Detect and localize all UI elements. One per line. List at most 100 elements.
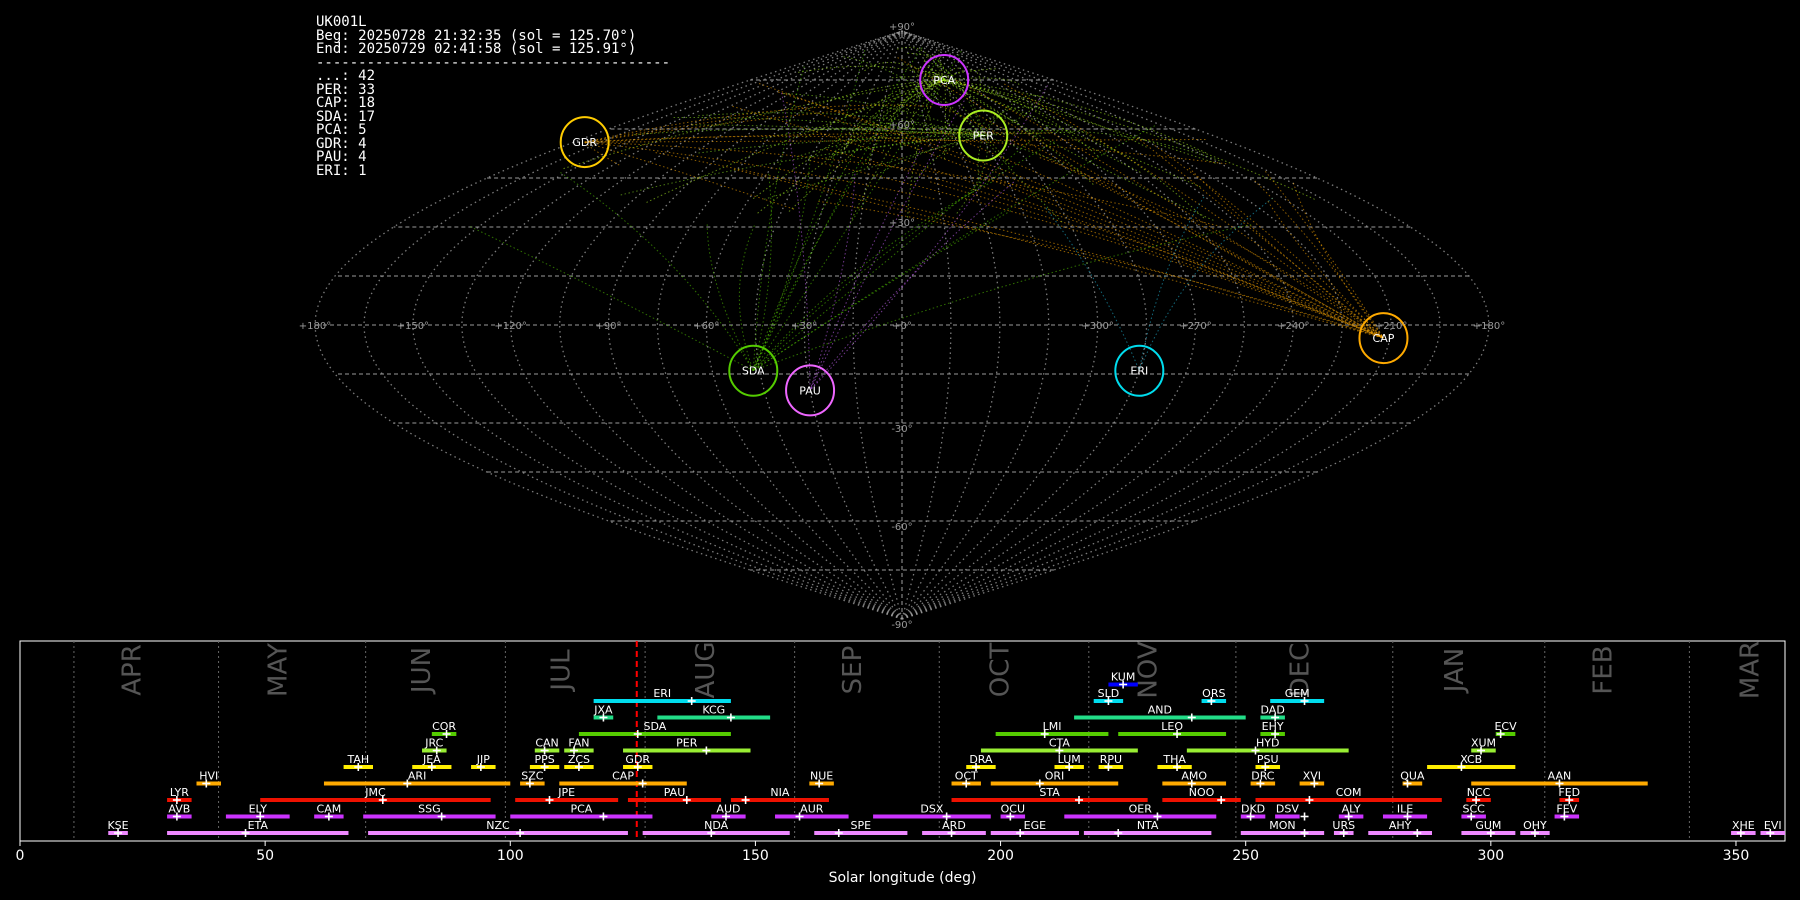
shower-code-label: DRC xyxy=(1251,770,1275,783)
shower-code-label: AUR xyxy=(800,803,824,816)
shower-code-label: HVI xyxy=(199,770,218,783)
shower-code-label: ORS xyxy=(1202,687,1225,700)
shower-code-label: JRC xyxy=(424,737,443,750)
lat-tick-label: -90° xyxy=(891,620,912,631)
shower-code-label: SCC xyxy=(1463,803,1486,816)
meteor-trail xyxy=(470,226,754,372)
month-label: JUL xyxy=(547,649,577,693)
shower-code-label: LMI xyxy=(1043,720,1062,733)
shower-code-label: AAN xyxy=(1548,770,1572,783)
lat-tick-label: +30° xyxy=(889,218,915,229)
x-tick-label: 200 xyxy=(987,848,1014,864)
lat-tick-label: +90° xyxy=(889,22,915,33)
month-label: JAN xyxy=(1440,648,1470,694)
lat-tick-label: -60° xyxy=(891,522,912,533)
shower-code-label: OHY xyxy=(1523,819,1547,832)
meteor-trail xyxy=(796,131,984,158)
shower-code-label: THA xyxy=(1162,753,1186,766)
x-tick-label: 300 xyxy=(1477,848,1504,864)
month-label: MAY xyxy=(263,643,293,697)
meteor-trail xyxy=(1045,207,1140,371)
shower-code-label: OCU xyxy=(1001,803,1025,816)
lon-tick-label: +300° xyxy=(1081,321,1113,332)
shower-code-label: DRA xyxy=(969,753,993,766)
shower-code-label: DSV xyxy=(1276,803,1299,816)
shower-code-label: FAN xyxy=(568,737,589,750)
shower-code-label: JXA xyxy=(593,704,613,717)
x-axis-label: Solar longitude (deg) xyxy=(829,870,977,886)
meteor-trail xyxy=(1267,200,1384,339)
shower-code-label: EGE xyxy=(1024,819,1046,832)
shower-code-label: ORI xyxy=(1045,770,1065,783)
lon-tick-label: +180° xyxy=(299,321,331,332)
meteor-trail xyxy=(752,173,773,371)
shower-code-label: ILE xyxy=(1397,803,1413,816)
month-label: APR xyxy=(118,644,148,696)
shower-code-label: COR xyxy=(432,720,456,733)
shower-code-label: NZC xyxy=(486,819,510,832)
meteor-trail xyxy=(753,224,1252,372)
meteor-trail xyxy=(1136,137,1384,339)
radiant-sky-map: PCA PER GDR CAP SDA PAU ERI +180° +150° +120° +90… xyxy=(299,22,1505,631)
shower-code-label: AND xyxy=(1148,704,1172,717)
shower-code-label: NDA xyxy=(704,819,729,832)
month-label: FEB xyxy=(1588,645,1618,694)
shower-code-label: GDR xyxy=(625,753,650,766)
meridian-line xyxy=(803,30,903,620)
meteor-trail xyxy=(846,79,945,148)
shower-code-label: NUE xyxy=(810,770,833,783)
meteor-trail xyxy=(752,141,1055,372)
meteor-trail xyxy=(805,79,945,138)
shower-code-label: GUM xyxy=(1475,819,1501,832)
meteor-trail xyxy=(929,181,1384,339)
radiant-label: PCA xyxy=(933,74,955,87)
lon-tick-label: +90° xyxy=(595,321,621,332)
x-tick-label: 250 xyxy=(1232,848,1259,864)
radiant-label: PAU xyxy=(799,384,821,397)
x-tick-label: 50 xyxy=(256,848,274,864)
shower-code-label: TAH xyxy=(346,753,369,766)
month-label: AUG xyxy=(691,642,721,699)
lon-tick-label: +150° xyxy=(397,321,429,332)
shower-code-label: ELY xyxy=(249,803,268,816)
shower-code-label: XCB xyxy=(1460,753,1482,766)
chart-canvas: PCA PER GDR CAP SDA PAU ERI +180° +150° +120° +90… xyxy=(16,22,1786,886)
radiant-label: ERI xyxy=(1130,365,1148,378)
lat-tick-label: -30° xyxy=(891,424,912,435)
lon-tick-label: +270° xyxy=(1179,321,1211,332)
shower-code-label: XVI xyxy=(1303,770,1321,783)
month-label: JUN xyxy=(407,647,437,695)
shower-code-label: KCG xyxy=(702,704,725,717)
lon-tick-label: +30° xyxy=(791,321,817,332)
shower-code-label: AMO xyxy=(1181,770,1207,783)
shower-bars: KUM ERI SLD ORS GEM JXA KCG AND DAD COR SDA LMI LEO E… xyxy=(107,671,1785,837)
shower-code-label: AUD xyxy=(716,803,740,816)
shower-code-label: AVB xyxy=(168,803,190,816)
shower-code-label: PCA xyxy=(570,803,592,816)
radiant-label: PER xyxy=(973,130,995,143)
meteor-trail xyxy=(809,173,856,391)
shower-code-label: NOO xyxy=(1189,786,1215,799)
meteor-trail xyxy=(753,125,1156,372)
meteor-trail xyxy=(943,79,946,160)
meteor-trail xyxy=(809,100,965,391)
shower-code-label: CTA xyxy=(1049,737,1071,750)
shower-code-label: AHY xyxy=(1389,819,1412,832)
meteor-trail xyxy=(1039,157,1384,339)
shower-code-label: CAM xyxy=(317,803,342,816)
shower-code-label: NIA xyxy=(770,786,789,799)
meteor-trail xyxy=(943,79,1010,165)
month-label: NOV xyxy=(1134,641,1164,698)
lon-tick-label: +120° xyxy=(494,321,526,332)
shower-code-label: ERI xyxy=(653,687,671,700)
shower-code-label: SSG xyxy=(418,803,441,816)
shower-activity-timeline: APR MAY JUN JUL AUG SEP OCT NOV DEC JAN FEB MAR KUM… xyxy=(16,640,1786,886)
meteor-trail xyxy=(788,79,945,212)
lon-tick-label: +60° xyxy=(693,321,719,332)
meteor-trail xyxy=(873,135,984,178)
shower-code-label: QUA xyxy=(1400,770,1425,783)
shower-code-label: KSE xyxy=(107,819,128,832)
shower-code-label: KUM xyxy=(1111,671,1135,684)
x-tick-label: 150 xyxy=(742,848,769,864)
meteor-trail xyxy=(563,79,945,170)
